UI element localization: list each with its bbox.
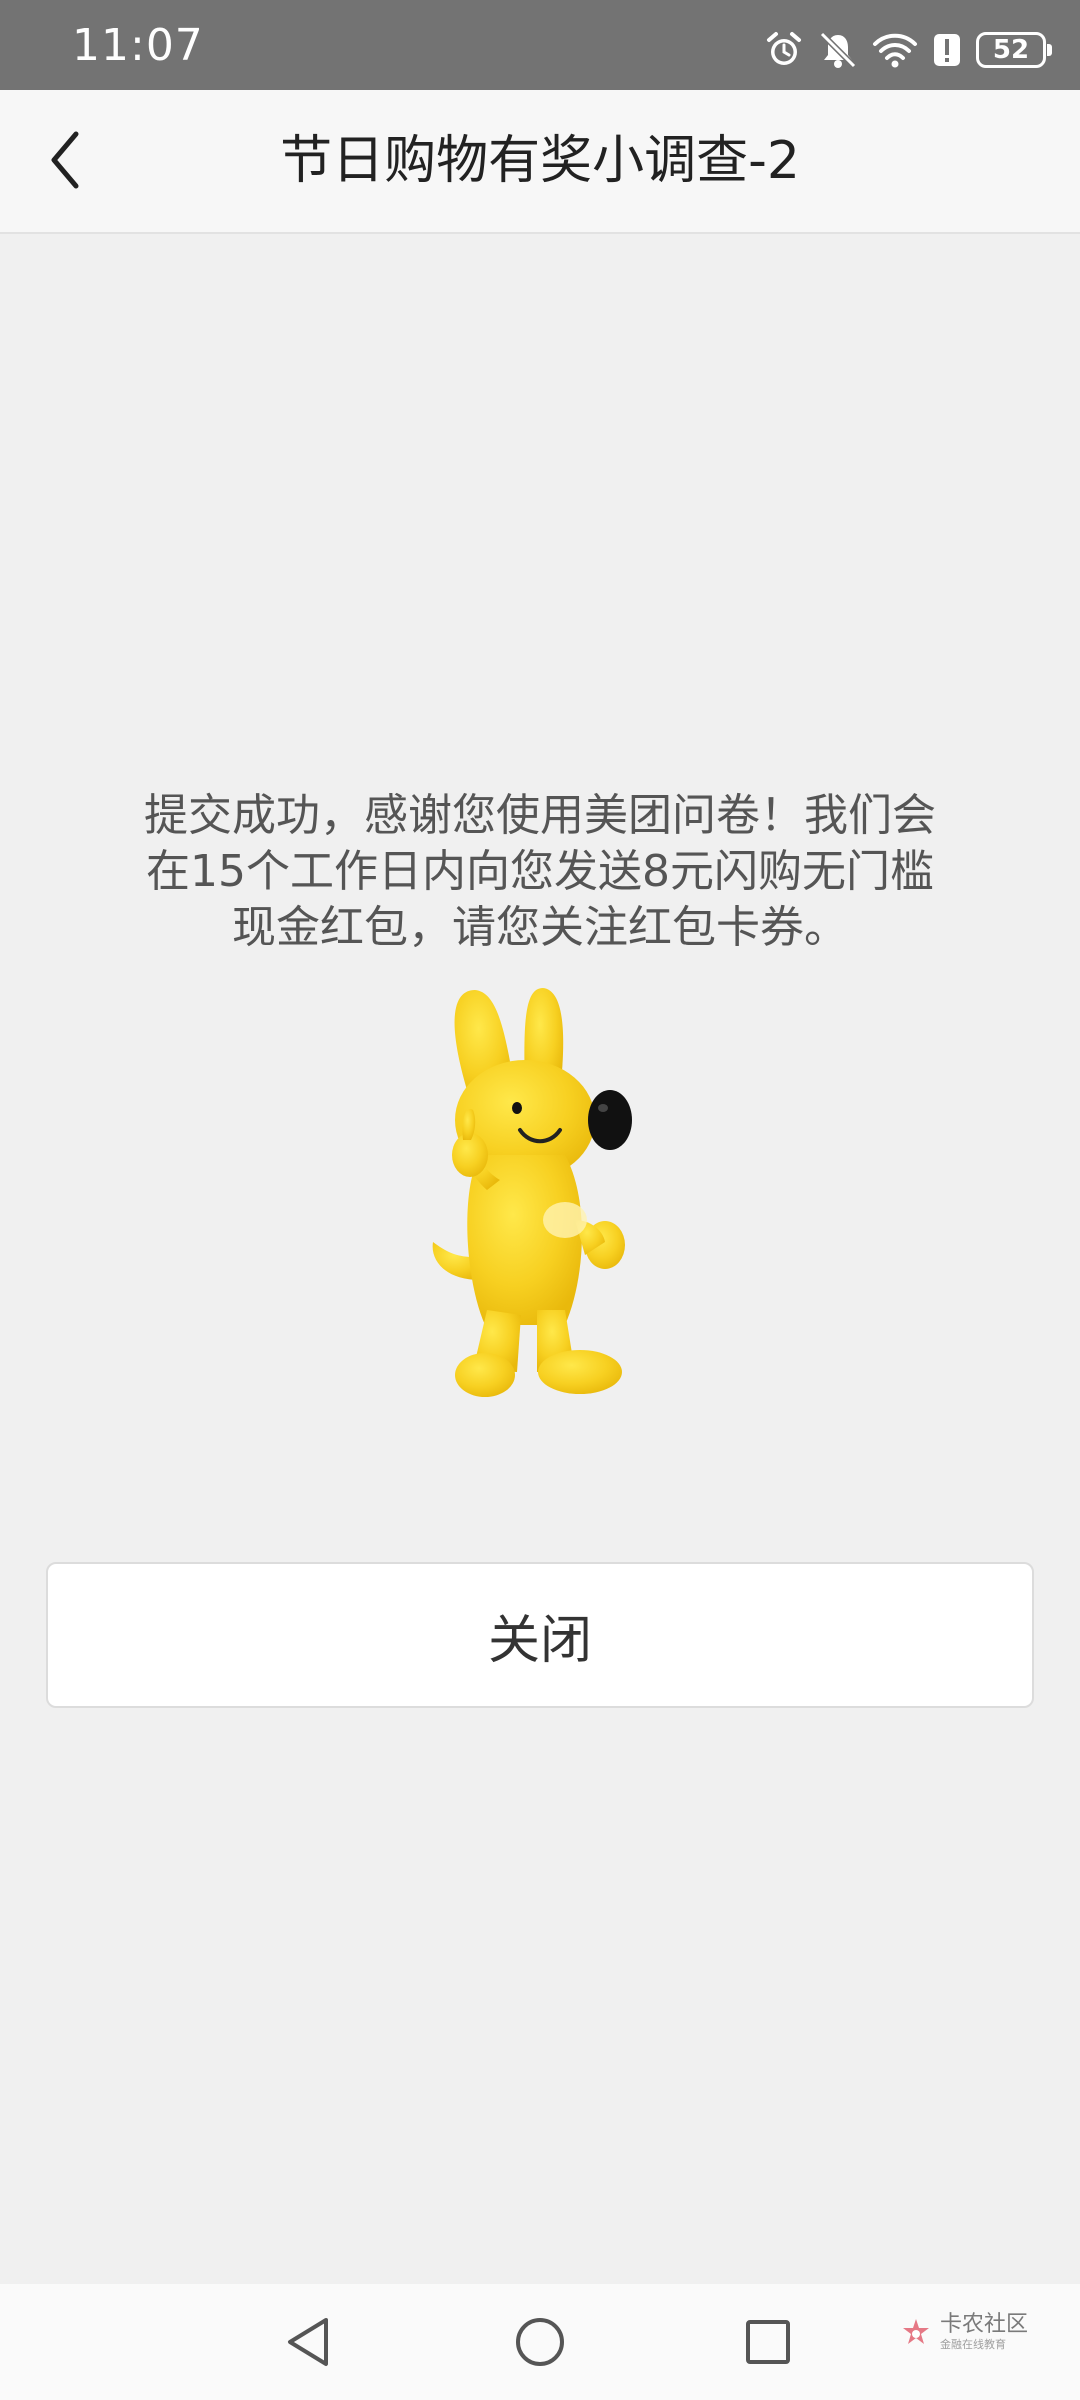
back-triangle-icon [288,2318,328,2366]
recents-square-icon [746,2320,790,2364]
message-line-1: 提交成功，感谢您使用美团问卷！我们会 [144,790,936,841]
back-button[interactable] [26,120,106,200]
kangaroo-mascot [432,988,632,1397]
watermark: 卡农社区 金融在线教育 [898,2310,1048,2360]
watermark-text: 卡农社区 [940,2312,1029,2337]
status-bar: 11:07 52 [0,0,1080,90]
message-line-2: 在15个工作日内向您发送8元闪购无门槛 [146,846,934,897]
wifi-icon [873,33,917,68]
battery-tip [1047,44,1052,56]
close-button[interactable]: 关闭 [46,1562,1034,1708]
alarm-icon [767,32,801,65]
watermark-subtext: 金融在线教育 [940,2338,1006,2351]
battery-level: 52 [992,35,1030,65]
battery-icon: 52 [976,32,1052,68]
success-message: 提交成功，感谢您使用美团问卷！我们会 在15个工作日内向您发送8元闪购无门槛 现… [80,788,1000,956]
page-title: 节日购物有奖小调查-2 [280,131,800,191]
nav-recents-button[interactable] [736,2310,800,2374]
mute-notifications-icon [819,31,857,69]
nav-home-button[interactable] [508,2310,572,2374]
nav-back-button[interactable] [276,2310,340,2374]
chevron-left-icon [51,131,79,189]
header: 节日购物有奖小调查-2 [0,90,1080,234]
status-icons: 52 [750,26,1052,74]
home-circle-icon [516,2318,564,2366]
status-time: 11:07 [72,20,204,71]
alert-icon [934,34,960,66]
watermark-logo-icon [903,2319,929,2344]
message-line-3: 现金红包，请您关注红包卡券。 [232,902,848,953]
